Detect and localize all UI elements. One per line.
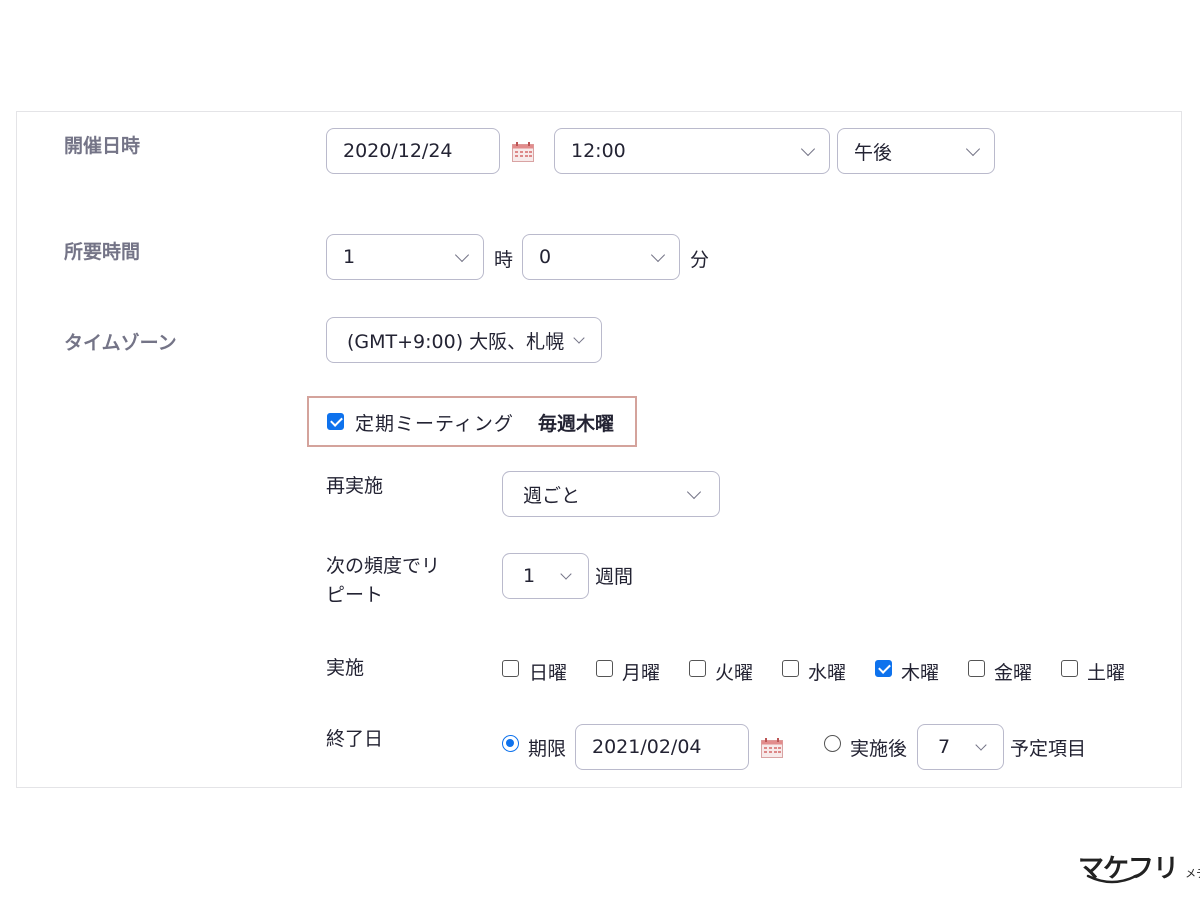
end-after-unit: 予定項目 — [1010, 738, 1087, 760]
duration-hours-select[interactable]: 1 — [326, 234, 484, 280]
day-label-thu[interactable]: 木曜 — [901, 658, 939, 685]
chevron-down-icon — [965, 141, 981, 157]
chevron-down-icon — [560, 568, 572, 580]
end-date-label: 終了日 — [326, 728, 384, 750]
days-label: 実施 — [326, 657, 365, 679]
recurring-checkbox[interactable] — [327, 413, 344, 430]
timezone-label: タイムゾーン — [64, 332, 177, 354]
day-checkbox-sat[interactable] — [1061, 660, 1078, 677]
timezone-select[interactable]: (GMT+9:00) 大阪、札幌 — [326, 317, 602, 363]
day-checkbox-mon[interactable] — [596, 660, 613, 677]
repeat-every-unit: 週間 — [595, 566, 634, 588]
end-after-select[interactable]: 7 — [917, 724, 1004, 770]
logo-sub-text: メディア — [1185, 867, 1200, 880]
ampm-select[interactable]: 午後 — [837, 128, 995, 174]
day-checkbox-fri[interactable] — [968, 660, 985, 677]
day-checkbox-thu[interactable] — [875, 660, 892, 677]
timezone-value: (GMT+9:00) 大阪、札幌 — [347, 330, 565, 353]
end-after-label[interactable]: 実施後 — [850, 734, 907, 761]
chevron-down-icon — [975, 739, 987, 751]
recurrence-value: 週ごと — [523, 484, 581, 507]
end-after-radio[interactable] — [824, 735, 841, 752]
recurring-summary: 毎週木曜 — [538, 413, 615, 435]
logo-smile-icon — [1086, 874, 1138, 884]
repeat-every-label-line2: ピート — [326, 584, 384, 606]
day-label-tue[interactable]: 火曜 — [715, 658, 753, 685]
start-date-value: 2020/12/24 — [343, 140, 453, 162]
day-label-wed[interactable]: 水曜 — [808, 658, 846, 685]
end-after-value: 7 — [938, 736, 951, 758]
day-label-sat[interactable]: 土曜 — [1087, 658, 1125, 685]
ampm-value: 午後 — [854, 141, 893, 164]
end-date-input[interactable]: 2021/02/04 — [575, 724, 749, 770]
day-label-mon[interactable]: 月曜 — [622, 658, 660, 685]
duration-minutes-select[interactable]: 0 — [522, 234, 680, 280]
recurring-label[interactable]: 定期ミーティング — [355, 409, 514, 436]
repeat-every-select[interactable]: 1 — [502, 553, 589, 599]
chevron-down-icon — [454, 247, 470, 263]
calendar-icon[interactable] — [761, 738, 783, 758]
repeat-every-label-line1: 次の頻度でリ — [326, 555, 441, 577]
duration-minutes-value: 0 — [539, 246, 552, 268]
duration-hours-value: 1 — [343, 246, 356, 268]
day-checkbox-wed[interactable] — [782, 660, 799, 677]
repeat-every-value: 1 — [523, 565, 536, 587]
day-checkbox-tue[interactable] — [689, 660, 706, 677]
minutes-unit: 分 — [690, 249, 710, 271]
start-time-select[interactable]: 12:00 — [554, 128, 830, 174]
chevron-down-icon — [800, 141, 816, 157]
end-date-value: 2021/02/04 — [592, 736, 702, 758]
chevron-down-icon — [686, 484, 702, 500]
calendar-icon[interactable] — [512, 142, 534, 162]
repeat-every-label: 次の頻度でリ ピート — [326, 552, 440, 610]
chevron-down-icon — [573, 332, 585, 344]
recurrence-label: 再実施 — [326, 475, 384, 497]
start-time-value: 12:00 — [571, 140, 626, 162]
end-by-date-label[interactable]: 期限 — [528, 734, 566, 761]
meeting-settings-panel — [16, 111, 1182, 788]
day-label-sun[interactable]: 日曜 — [529, 658, 567, 685]
schedule-date-label: 開催日時 — [64, 135, 141, 157]
duration-label: 所要時間 — [64, 241, 141, 263]
start-date-input[interactable]: 2020/12/24 — [326, 128, 500, 174]
end-by-date-radio[interactable] — [502, 735, 519, 752]
day-label-fri[interactable]: 金曜 — [994, 658, 1032, 685]
day-checkbox-sun[interactable] — [502, 660, 519, 677]
hours-unit: 時 — [494, 249, 514, 271]
recurrence-select[interactable]: 週ごと — [502, 471, 720, 517]
chevron-down-icon — [650, 247, 666, 263]
